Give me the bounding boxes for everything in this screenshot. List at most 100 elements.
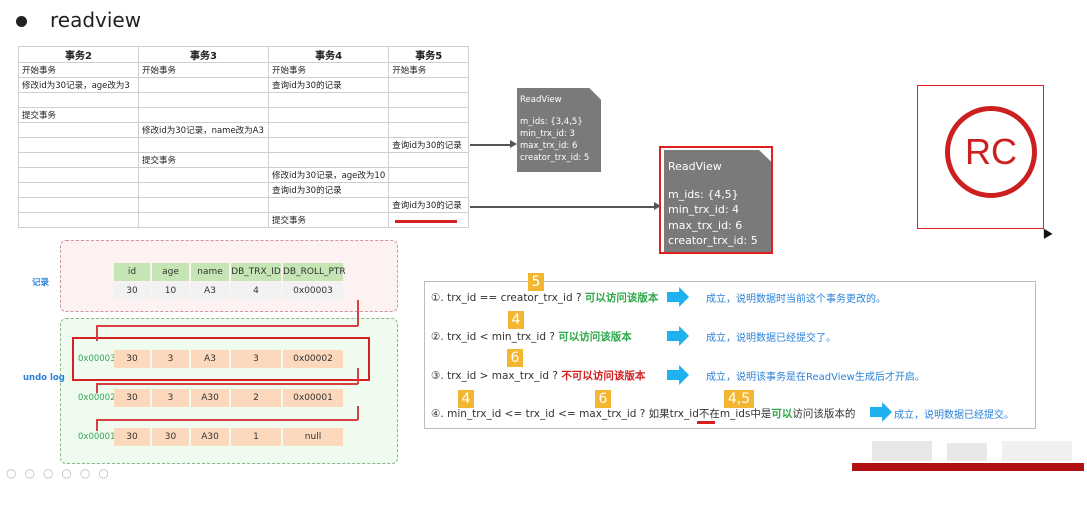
table-cell	[267, 92, 390, 108]
pointer-line	[96, 419, 358, 421]
record-value: 10	[152, 282, 189, 300]
pointer-line	[357, 406, 359, 420]
arrow-line	[470, 144, 512, 146]
table-cell	[138, 77, 269, 93]
table-cell	[138, 167, 269, 183]
table-cell	[388, 182, 470, 198]
pointer-line	[96, 383, 358, 385]
table-cell	[18, 92, 139, 108]
current-version-highlight	[72, 337, 370, 381]
table-cell	[138, 182, 269, 198]
pointer-line	[96, 325, 358, 327]
readview-title: ReadView	[520, 95, 562, 105]
undo-address: 0x00002	[78, 393, 116, 403]
readview-card-1: ReadView m_ids: {3,4,5} min_trx_id: 3 ma…	[517, 88, 601, 172]
table-cell	[267, 197, 390, 213]
table-cell: 查询id为30的记录	[267, 77, 390, 93]
bullet-icon	[16, 16, 27, 27]
readview-min: min_trx_id: 3	[520, 129, 575, 139]
pointer-line	[96, 325, 98, 341]
table-cell: 修改id为30记录，age改为3	[18, 77, 139, 93]
rc-label: RC	[965, 131, 1017, 172]
table-cell: 开始事务	[388, 62, 470, 78]
table-row: 查询id为30的记录	[18, 137, 470, 153]
table-cell: 查询id为30的记录	[267, 182, 390, 198]
record-value: 30	[114, 282, 150, 300]
result-3: 成立，说明该事务是在ReadView生成后才开启。	[706, 372, 925, 383]
undo-address: 0x00001	[78, 432, 116, 442]
undo-value: 2	[231, 389, 281, 407]
badge: 4	[508, 311, 524, 329]
condition-3: ③. trx_id > max_trx_id ? 不可以访问该版本	[431, 370, 646, 382]
undo-log-label: undo log	[23, 373, 65, 383]
table-cell	[267, 122, 390, 138]
column-header: 事务2	[18, 46, 139, 63]
table-cell: 提交事务	[267, 212, 390, 228]
column-header: 事务3	[138, 46, 269, 63]
table-cell	[267, 137, 390, 153]
pointer-line	[357, 368, 359, 384]
table-cell	[18, 182, 139, 198]
condition-2: ②. trx_id < min_trx_id ? 可以访问该版本	[431, 331, 632, 343]
toolbar-icons: ○○○○○○	[6, 466, 117, 480]
column-header: 事务4	[267, 46, 390, 63]
table-cell	[388, 152, 470, 168]
table-row: 查询id为30的记录	[18, 182, 470, 198]
undo-value: null	[283, 428, 343, 446]
table-cell: 提交事务	[138, 152, 269, 168]
readview-max: max_trx_id: 6	[520, 141, 578, 151]
transaction-table: 事务2 事务3 事务4 事务5 开始事务 开始事务 开始事务 开始事务 修改id为30记…	[18, 46, 470, 228]
undo-value: 1	[231, 428, 281, 446]
pointer-line	[96, 383, 98, 393]
result-1: 成立，说明数据时当前这个事务更改的。	[706, 294, 886, 305]
pointer-line	[357, 300, 359, 326]
table-cell: 查询id为30的记录	[388, 137, 470, 153]
table-cell: 查询id为30的记录	[388, 197, 470, 213]
undo-value: 0x00001	[283, 389, 343, 407]
result-2: 成立，说明数据已经提交了。	[706, 333, 836, 344]
table-cell: 修改id为30记录，name改为A3	[138, 122, 269, 138]
table-cell: 提交事务	[18, 107, 139, 123]
badge: 6	[507, 349, 523, 367]
table-cell: 开始事务	[267, 62, 390, 78]
table-cell	[138, 107, 269, 123]
record-header: DB_TRX_ID	[231, 263, 281, 281]
table-cell	[138, 197, 269, 213]
table-cell	[18, 167, 139, 183]
highlight-underline	[395, 220, 457, 223]
table-row: 修改id为30记录，age改为10	[18, 167, 470, 183]
record-header: name	[191, 263, 229, 281]
table-cell	[388, 92, 470, 108]
table-cell	[138, 137, 269, 153]
undo-value: 30	[152, 428, 189, 446]
table-row: 提交事务	[18, 152, 470, 168]
table-cell: 修改id为30记录，age改为10	[267, 167, 390, 183]
table-cell	[138, 92, 269, 108]
table-cell	[18, 122, 139, 138]
readview-m-ids: m_ids: {3,4,5}	[520, 117, 583, 127]
condition-1: ①. trx_id == creator_trx_id ? 可以访问该版本	[431, 292, 659, 304]
record-value: 4	[231, 282, 281, 300]
table-cell	[18, 152, 139, 168]
pointer-line	[96, 419, 98, 431]
table-row: 修改id为30记录，age改为3 查询id为30的记录	[18, 77, 470, 93]
result-4: 成立，说明数据已经提交。	[894, 410, 1014, 421]
readview-creator: creator_trx_id: 5	[520, 153, 590, 163]
table-cell	[18, 197, 139, 213]
undo-value: 3	[152, 389, 189, 407]
table-cell: 开始事务	[18, 62, 139, 78]
record-area	[60, 240, 398, 312]
record-header: DB_ROLL_PTR	[283, 263, 346, 281]
table-cell	[18, 137, 139, 153]
table-cell	[267, 152, 390, 168]
record-value: 0x00003	[283, 282, 343, 300]
condition-4: ④. min_trx_id <= trx_id <= max_trx_id ? …	[431, 408, 856, 420]
table-cell	[138, 212, 269, 228]
table-cell: 开始事务	[138, 62, 269, 78]
highlight-underline	[697, 421, 715, 424]
record-header: age	[152, 263, 189, 281]
table-cell	[388, 122, 470, 138]
column-header: 事务5	[388, 46, 470, 63]
table-header-row: 事务2 事务3 事务4 事务5	[18, 46, 470, 63]
page-title: readview	[50, 8, 142, 32]
